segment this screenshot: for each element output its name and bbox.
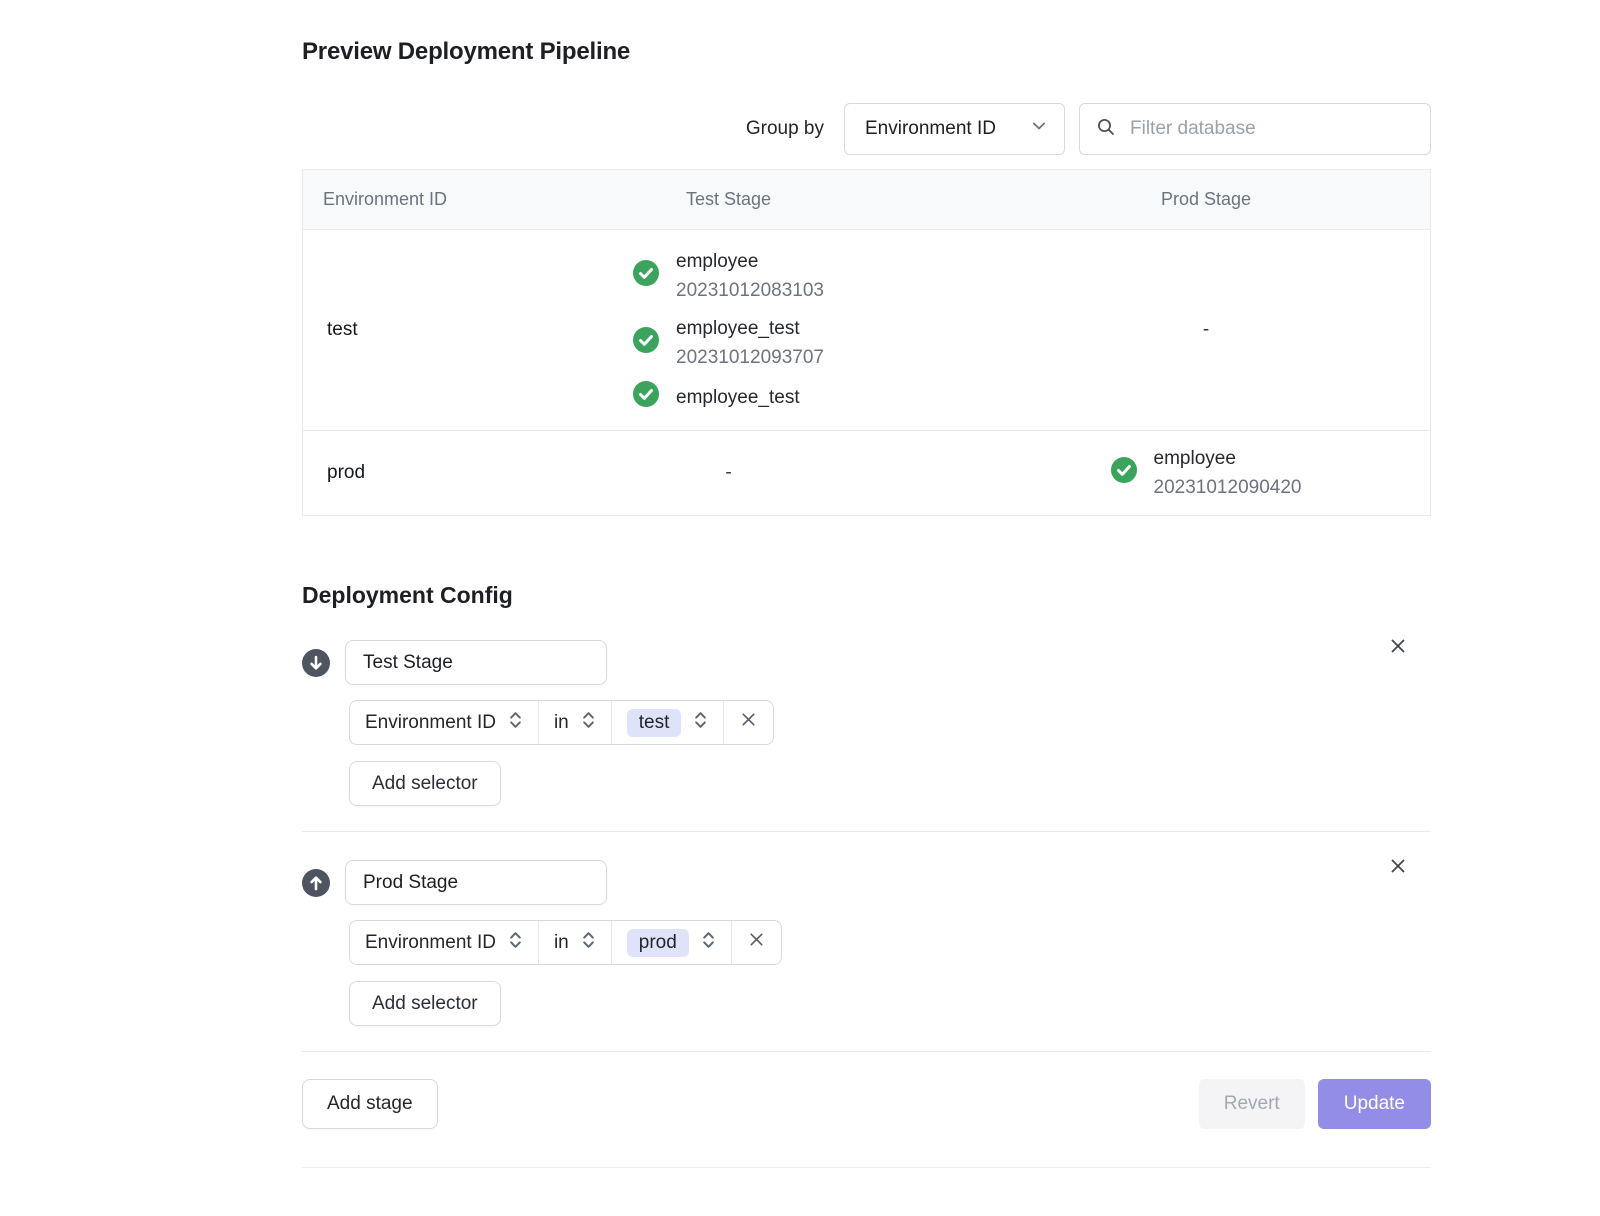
group-by-selected-value: Environment ID bbox=[865, 118, 996, 140]
stage-header bbox=[302, 640, 1431, 685]
selector-value-select[interactable]: test bbox=[611, 701, 724, 744]
search-icon bbox=[1096, 117, 1116, 142]
add-selector-button[interactable]: Add selector bbox=[349, 981, 501, 1026]
arrow-down-circle-icon[interactable] bbox=[302, 649, 330, 677]
select-updown-icon bbox=[508, 930, 523, 956]
database-schema-version: 20231012083103 bbox=[676, 276, 824, 305]
database-list: employee 20231012090420 bbox=[1111, 444, 1302, 502]
stage-config-test: Environment ID in test bbox=[302, 640, 1431, 806]
database-entry: employee_test 20231012093707 bbox=[633, 314, 824, 372]
remove-stage-button[interactable] bbox=[1384, 852, 1412, 880]
group-by-select[interactable]: Environment ID bbox=[844, 103, 1065, 155]
environment-id-cell: prod bbox=[303, 462, 475, 484]
prod-stage-cell: employee 20231012090420 bbox=[982, 444, 1430, 502]
database-list: employee 20231012083103 employee_test 20… bbox=[633, 247, 824, 413]
selector-operator-value: in bbox=[554, 712, 569, 734]
database-entry: employee 20231012090420 bbox=[1111, 444, 1302, 502]
remove-selector-button[interactable] bbox=[731, 921, 781, 964]
test-stage-cell: employee 20231012083103 employee_test 20… bbox=[475, 247, 982, 413]
selector-operator-select[interactable]: in bbox=[538, 921, 611, 964]
close-icon bbox=[747, 930, 766, 955]
config-footer: Add stage Revert Update bbox=[302, 1079, 1431, 1129]
check-circle-icon bbox=[633, 327, 659, 359]
selector-key-value: Environment ID bbox=[365, 932, 496, 954]
database-name: employee_test bbox=[676, 314, 824, 343]
database-name: employee_test bbox=[676, 383, 800, 412]
page-title: Preview Deployment Pipeline bbox=[302, 16, 1431, 66]
table-controls: Group by Environment ID bbox=[302, 103, 1431, 155]
check-circle-icon bbox=[633, 381, 659, 413]
close-icon bbox=[1388, 644, 1408, 659]
group-by-label: Group by bbox=[746, 118, 824, 140]
database-info: employee_test 20231012093707 bbox=[676, 314, 824, 372]
database-schema-version: 20231012090420 bbox=[1154, 473, 1302, 502]
table-header-row: Environment ID Test Stage Prod Stage bbox=[303, 170, 1430, 229]
revert-button[interactable]: Revert bbox=[1199, 1079, 1305, 1129]
select-updown-icon bbox=[581, 710, 596, 736]
close-icon bbox=[1388, 864, 1408, 879]
stage-config-prod: Environment ID in prod bbox=[302, 860, 1431, 1026]
footer-actions: Revert Update bbox=[1199, 1079, 1431, 1129]
database-info: employee 20231012090420 bbox=[1154, 444, 1302, 502]
pipeline-table: Environment ID Test Stage Prod Stage tes… bbox=[302, 169, 1431, 516]
filter-database-box bbox=[1079, 103, 1431, 155]
selector-operator-value: in bbox=[554, 932, 569, 954]
database-info: employee_test bbox=[676, 383, 800, 412]
database-schema-version: 20231012093707 bbox=[676, 343, 824, 372]
selector-operator-select[interactable]: in bbox=[538, 701, 611, 744]
database-entry: employee 20231012083103 bbox=[633, 247, 824, 305]
select-updown-icon bbox=[693, 710, 708, 736]
check-circle-icon bbox=[1111, 457, 1137, 489]
selector-row: Environment ID in prod bbox=[349, 920, 782, 965]
database-name: employee bbox=[676, 247, 824, 276]
divider bbox=[302, 1051, 1431, 1052]
prod-stage-cell-empty: - bbox=[982, 319, 1430, 341]
database-entry: employee_test bbox=[633, 381, 800, 413]
database-info: employee 20231012083103 bbox=[676, 247, 824, 305]
main-content: Preview Deployment Pipeline Group by Env… bbox=[302, 16, 1431, 1168]
remove-selector-button[interactable] bbox=[723, 701, 773, 744]
divider bbox=[302, 1167, 1431, 1168]
select-updown-icon bbox=[508, 710, 523, 736]
select-updown-icon bbox=[701, 930, 716, 956]
chevron-down-icon bbox=[1030, 117, 1048, 141]
selector-key-select[interactable]: Environment ID bbox=[350, 921, 538, 964]
add-selector-button[interactable]: Add selector bbox=[349, 761, 501, 806]
column-header-prod-stage: Prod Stage bbox=[982, 189, 1430, 210]
stage-name-input[interactable] bbox=[345, 640, 607, 685]
stage-header bbox=[302, 860, 1431, 905]
update-button[interactable]: Update bbox=[1318, 1079, 1431, 1129]
selector-value-tag: test bbox=[627, 709, 682, 737]
test-stage-cell-empty: - bbox=[475, 462, 982, 484]
close-icon bbox=[739, 710, 758, 735]
add-stage-button[interactable]: Add stage bbox=[302, 1079, 438, 1129]
deployment-config-title: Deployment Config bbox=[302, 582, 1431, 609]
database-name: employee bbox=[1154, 444, 1302, 473]
check-circle-icon bbox=[633, 260, 659, 292]
column-header-environment-id: Environment ID bbox=[303, 189, 475, 210]
selector-value-tag: prod bbox=[627, 929, 689, 957]
selector-row: Environment ID in test bbox=[349, 700, 774, 745]
selector-value-select[interactable]: prod bbox=[611, 921, 731, 964]
stage-name-input[interactable] bbox=[345, 860, 607, 905]
table-row: prod - employee 20231012090420 bbox=[303, 430, 1430, 515]
selector-key-value: Environment ID bbox=[365, 712, 496, 734]
selector-key-select[interactable]: Environment ID bbox=[350, 701, 538, 744]
column-header-test-stage: Test Stage bbox=[475, 189, 982, 210]
divider bbox=[302, 831, 1431, 832]
environment-id-cell: test bbox=[303, 319, 475, 341]
table-row: test employee 20231012083103 bbox=[303, 229, 1430, 430]
arrow-up-circle-icon[interactable] bbox=[302, 869, 330, 897]
remove-stage-button[interactable] bbox=[1384, 632, 1412, 660]
select-updown-icon bbox=[581, 930, 596, 956]
filter-database-input[interactable] bbox=[1128, 117, 1414, 141]
